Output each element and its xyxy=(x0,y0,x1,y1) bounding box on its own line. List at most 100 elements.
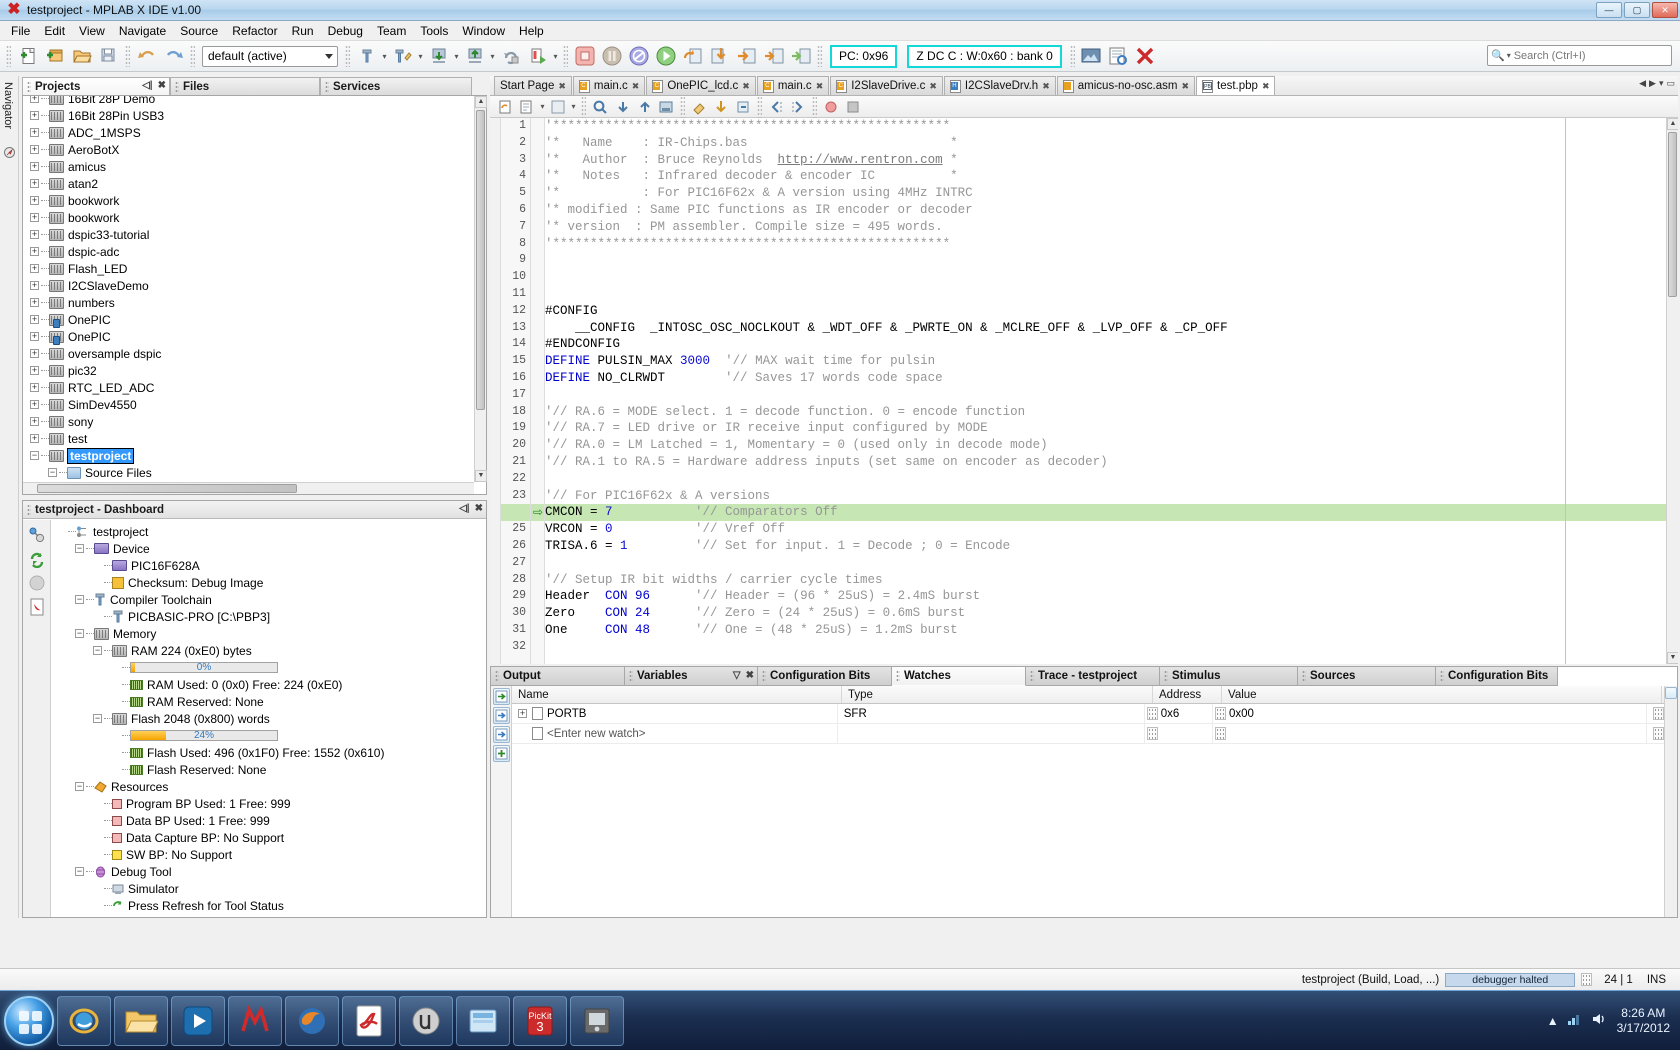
glyph-cell[interactable] xyxy=(531,538,544,555)
glyph-cell[interactable] xyxy=(531,353,544,370)
close-tab-icon[interactable]: ✖ xyxy=(929,81,937,92)
dashboard-tree-item[interactable]: PIC16F628A xyxy=(52,557,485,574)
bottom-tab-configuration-bits[interactable]: Configuration Bits xyxy=(1436,667,1558,686)
add-all-watch-icon[interactable] xyxy=(493,745,510,762)
taskbar-clock[interactable]: 8:26 AM 3/17/2012 xyxy=(1617,1006,1670,1036)
dashboard-tree-item[interactable]: −Memory xyxy=(52,625,485,642)
expand-icon[interactable]: + xyxy=(30,349,39,358)
expand-icon[interactable]: + xyxy=(30,298,39,307)
collapse-icon[interactable]: − xyxy=(75,595,84,604)
maximize-editor-icon[interactable]: ▭ xyxy=(1666,78,1675,89)
find-selection-icon[interactable] xyxy=(517,97,537,116)
watches-column-header[interactable]: Name xyxy=(512,686,842,703)
toolbar-grip-3[interactable] xyxy=(190,45,195,67)
code-line[interactable]: '* Notes : Infrared decoder & encoder IC… xyxy=(545,168,1666,185)
editor-scroll-up-icon[interactable]: ▲ xyxy=(1667,118,1678,130)
dashboard-tree-item[interactable]: −Compiler Toolchain xyxy=(52,591,485,608)
project-tree-item[interactable]: +Flash_LED xyxy=(23,260,474,277)
projects-tab-projects[interactable]: Projects◁|✖ xyxy=(22,77,170,95)
expand-icon[interactable]: + xyxy=(30,383,39,392)
project-tree-item[interactable]: −testproject xyxy=(23,447,474,464)
build-project-button[interactable] xyxy=(354,44,379,69)
set-pc-button[interactable] xyxy=(788,44,813,69)
glyph-cell[interactable] xyxy=(531,471,544,488)
projects-hscrollbar[interactable] xyxy=(23,482,474,494)
projects-tab-services[interactable]: Services xyxy=(320,77,472,95)
glyph-cell[interactable] xyxy=(531,404,544,421)
new-project-button[interactable] xyxy=(42,44,67,69)
glyph-cell[interactable] xyxy=(531,286,544,303)
redo-button[interactable] xyxy=(161,44,186,69)
taskbar-media-player-icon[interactable] xyxy=(171,996,225,1046)
dashboard-tree-item[interactable]: Flash Reserved: None xyxy=(52,761,485,778)
project-properties-icon[interactable] xyxy=(28,526,46,544)
glyph-cell[interactable] xyxy=(531,622,544,639)
project-tree-item[interactable]: −Source Files xyxy=(23,464,474,481)
pin-pane-icon[interactable]: ▽ xyxy=(733,670,741,681)
glyph-cell[interactable]: ⇨ xyxy=(531,504,544,521)
tab-list-icon[interactable]: ▾ xyxy=(1659,78,1664,89)
collapse-icon[interactable]: − xyxy=(93,646,102,655)
glyph-cell[interactable] xyxy=(531,135,544,152)
dashboard-tree-item[interactable]: Data BP Used: 1 Free: 999 xyxy=(52,812,485,829)
menu-item-refactor[interactable]: Refactor xyxy=(225,22,284,40)
menu-item-view[interactable]: View xyxy=(72,22,112,40)
code-line[interactable]: Zero CON 24 '// Zero = (24 * 25uS) = 0.6… xyxy=(545,605,1666,622)
dashboard-tree-item[interactable]: testproject xyxy=(52,523,485,540)
code-line[interactable]: DEFINE PULSIN_MAX 3000 '// MAX wait time… xyxy=(545,353,1666,370)
program-dropdown-icon[interactable]: ▾ xyxy=(452,44,461,69)
row-format-button[interactable] xyxy=(1653,707,1664,720)
expand-icon[interactable]: + xyxy=(30,332,39,341)
toggle-breakpoint-icon[interactable] xyxy=(821,97,841,116)
editor-toolbar-grip[interactable] xyxy=(581,96,586,118)
project-tree-item[interactable]: +I2CSlaveDemo xyxy=(23,277,474,294)
search-input[interactable]: 🔍 ▾ Search (Ctrl+I) xyxy=(1487,45,1672,66)
watches-table-row[interactable]: +PORTBSFR0x60x00 xyxy=(512,704,1677,724)
code-line[interactable]: CMCON = 7 '// Comparators Off xyxy=(545,504,1666,521)
glyph-cell[interactable] xyxy=(531,118,544,135)
collapse-icon[interactable]: − xyxy=(75,544,84,553)
glyph-cell[interactable] xyxy=(531,269,544,286)
taskbar-mplab-icon[interactable] xyxy=(228,996,282,1046)
code-line[interactable]: DEFINE NO_CLRWDT '// Saves 17 words code… xyxy=(545,370,1666,387)
taskbar-device-icon[interactable] xyxy=(570,996,624,1046)
expand-icon[interactable]: + xyxy=(30,230,39,239)
value-format-button[interactable] xyxy=(1215,707,1226,720)
reset-debug-button[interactable] xyxy=(626,44,651,69)
project-tree-item[interactable]: +OnePIC xyxy=(23,311,474,328)
step-into-button[interactable] xyxy=(707,44,732,69)
editor-tab-i2cslavedrv-h[interactable]: HI2CSlaveDrv.h✖ xyxy=(944,76,1056,95)
upload-dropdown-icon[interactable]: ▾ xyxy=(488,44,497,69)
stop-icon[interactable] xyxy=(843,97,863,116)
expand-icon[interactable]: + xyxy=(30,213,39,222)
expand-icon[interactable]: + xyxy=(30,96,39,103)
toggle-bookmark-icon[interactable] xyxy=(689,97,709,116)
code-line[interactable]: '// RA.1 to RA.5 = Hardware address inpu… xyxy=(545,454,1666,471)
code-line[interactable]: '***************************************… xyxy=(545,118,1666,135)
expand-icon[interactable]: + xyxy=(30,434,39,443)
pdf-datasheet-icon[interactable] xyxy=(28,598,46,616)
bottom-tab-stimulus[interactable]: Stimulus xyxy=(1160,667,1298,686)
close-all-button[interactable] xyxy=(1133,44,1158,69)
dashboard-tree-item[interactable]: Press Refresh for Tool Status xyxy=(52,897,485,914)
expand-icon[interactable]: + xyxy=(30,417,39,426)
close-tab-icon[interactable]: ✖ xyxy=(1181,81,1189,92)
project-tree-item[interactable]: +pic32 xyxy=(23,362,474,379)
minimize-button[interactable]: — xyxy=(1596,2,1622,18)
delete-watch-icon[interactable] xyxy=(493,726,510,743)
dashboard-tree-item[interactable]: Data Capture BP: No Support xyxy=(52,829,485,846)
close-tab-icon[interactable]: ✖ xyxy=(816,81,824,92)
code-line[interactable]: '* version : PM assembler. Compile size … xyxy=(545,219,1666,236)
expand-icon[interactable]: + xyxy=(30,162,39,171)
glyph-cell[interactable] xyxy=(531,387,544,404)
code-line[interactable] xyxy=(545,471,1666,488)
dashboard-tree-item[interactable]: 0% xyxy=(52,659,485,676)
glyph-cell[interactable] xyxy=(531,488,544,505)
taskbar-pickit3-icon[interactable]: PicKit3 xyxy=(513,996,567,1046)
code-line[interactable] xyxy=(545,387,1666,404)
tab-scroll-right-icon[interactable]: ▶ xyxy=(1649,78,1656,89)
code-line[interactable] xyxy=(545,269,1666,286)
undo-button[interactable] xyxy=(134,44,159,69)
expand-icon[interactable]: + xyxy=(30,264,39,273)
navigator-strip[interactable]: Navigator xyxy=(0,76,19,918)
